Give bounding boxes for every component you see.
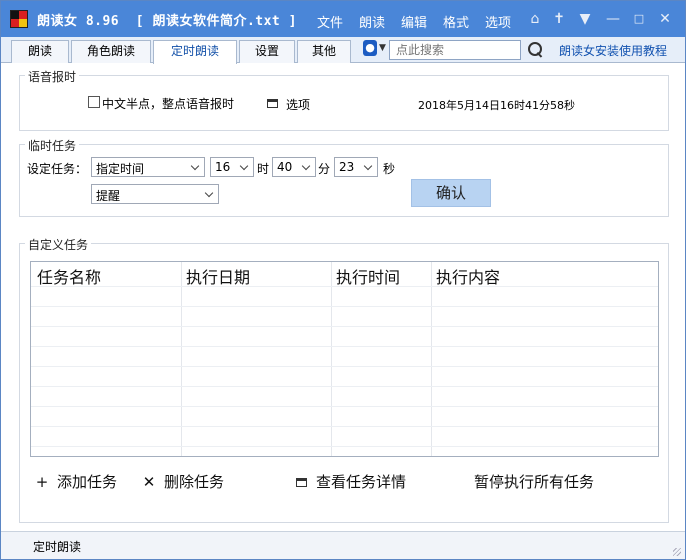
tab-other[interactable]: 其他 [297,40,351,63]
half-hour-report-label[interactable]: 中文半点，整点语音报时 [102,95,234,112]
maximize-icon[interactable]: □ [631,11,647,27]
half-hour-report-checkbox[interactable] [88,96,100,108]
home-icon[interactable]: ⌂ [527,11,543,27]
temp-task-group [19,144,669,217]
column-divider [181,262,182,456]
close-icon[interactable]: ✕ [657,11,673,27]
status-bar: 定时朗读 [1,531,685,559]
caret-down-icon: ▼ [379,43,386,53]
second-value: 23 [339,160,355,174]
tab-timed-read[interactable]: 定时朗读 [153,40,237,64]
column-divider [331,262,332,456]
minute-unit: 分 [318,162,331,176]
row-divider [31,346,658,347]
shirt-icon[interactable]: ▼ [577,11,593,27]
column-divider [431,262,432,456]
pause-all-tasks-button[interactable]: 暂停执行所有任务 [474,471,594,492]
menu-format[interactable]: 格式 [443,12,469,31]
custom-task-legend: 自定义任务 [25,236,92,253]
current-datetime: 2018年5月14日16时41分58秒 [418,99,575,112]
second-unit: 秒 [383,162,396,176]
menu-file[interactable]: 文件 [317,12,343,31]
set-task-label: 设定任务： [27,162,88,176]
app-logo-icon [10,10,28,28]
chevron-down-icon [192,163,200,171]
search-engine-dropdown[interactable]: ● ▼ [363,40,387,58]
confirm-button[interactable]: 确认 [411,179,491,207]
column-header-exec-content[interactable]: 执行内容 [436,264,500,288]
menu-edit[interactable]: 编辑 [401,12,427,31]
hour-select[interactable]: 16 [210,157,254,177]
column-header-exec-time[interactable]: 执行时间 [336,264,400,288]
minimize-icon[interactable]: — [605,11,621,27]
plus-icon: + [35,473,49,491]
chevron-down-icon [303,163,311,171]
row-divider [31,326,658,327]
window-icon [294,473,308,491]
task-action-select[interactable]: 提醒 [91,184,219,204]
resize-grip-icon[interactable] [673,548,681,556]
minute-select[interactable]: 40 [272,157,316,177]
tab-role-read[interactable]: 角色朗读 [71,40,151,63]
menu-read[interactable]: 朗读 [359,12,385,31]
row-divider [31,306,658,307]
row-divider [31,366,658,367]
view-task-details-label: 查看任务详情 [316,473,407,491]
task-mode-value: 指定时间 [96,162,145,176]
chevron-down-icon [206,190,214,198]
search-input[interactable] [389,40,521,60]
delete-task-button[interactable]: ✕ 删除任务 [142,471,224,492]
row-divider [31,286,658,287]
tab-read[interactable]: 朗读 [11,40,69,63]
row-divider [31,446,658,447]
view-task-details-button[interactable]: 查看任务详情 [294,471,406,492]
task-table[interactable]: 任务名称 执行日期 执行时间 执行内容 [30,261,659,457]
window-icon [267,99,278,108]
row-divider [31,426,658,427]
chevron-down-icon [365,163,373,171]
report-options-button[interactable]: 选项 [286,96,310,113]
chevron-down-icon [241,163,249,171]
paw-icon: ● [363,40,377,56]
tab-settings[interactable]: 设置 [239,40,295,63]
search-icon[interactable] [527,41,545,59]
voice-report-legend: 语音报时 [25,68,80,85]
status-text: 定时朗读 [33,540,82,554]
pin-icon[interactable]: ✝ [551,11,567,27]
cross-icon: ✕ [142,473,156,491]
temp-task-legend: 临时任务 [25,137,80,154]
hour-value: 16 [215,160,231,174]
add-task-button[interactable]: + 添加任务 [35,471,117,492]
column-header-exec-date[interactable]: 执行日期 [186,264,250,288]
add-task-label: 添加任务 [57,473,118,491]
column-header-task-name[interactable]: 任务名称 [37,264,101,288]
hour-unit: 时 [257,162,270,176]
menu-options[interactable]: 选项 [485,12,511,31]
second-select[interactable]: 23 [334,157,378,177]
row-divider [31,406,658,407]
row-divider [31,386,658,387]
delete-task-label: 删除任务 [164,473,225,491]
task-action-value: 提醒 [96,189,121,203]
app-window: 朗读女 8.96 [ 朗读女软件简介.txt ] 文件 朗读 编辑 格式 选项 … [0,0,686,560]
app-title: 朗读女 8.96 [ 朗读女软件简介.txt ] [37,14,297,29]
tutorial-link[interactable]: 朗读女安装使用教程 [559,42,667,59]
task-mode-select[interactable]: 指定时间 [91,157,205,177]
title-bar: 朗读女 8.96 [ 朗读女软件简介.txt ] 文件 朗读 编辑 格式 选项 … [1,1,685,37]
minute-value: 40 [277,160,293,174]
